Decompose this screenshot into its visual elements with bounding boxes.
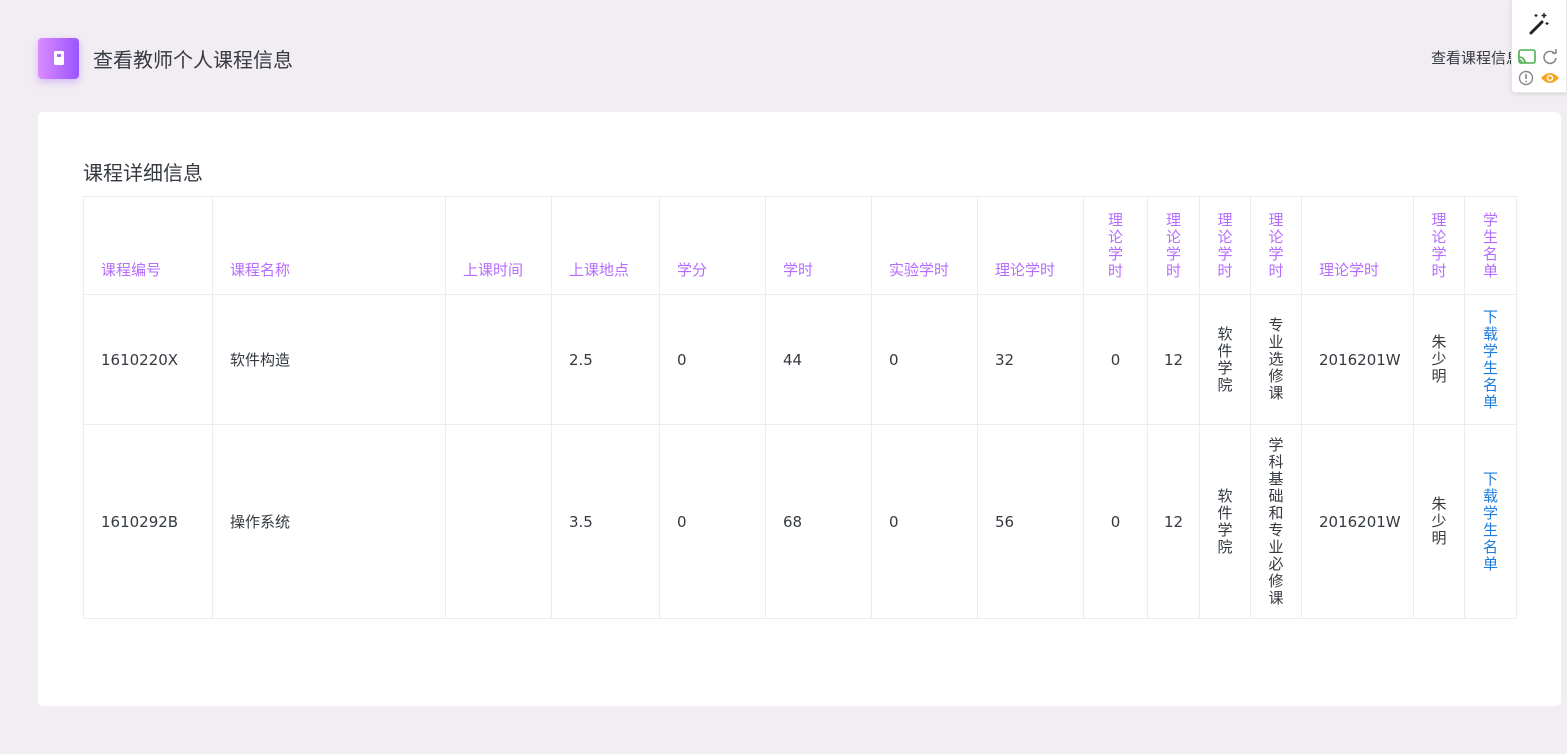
- column-header: 课程名称: [212, 196, 446, 295]
- eye-icon[interactable]: [1540, 69, 1560, 87]
- extension-toolbar: [1511, 0, 1567, 93]
- table-cell: 0: [1083, 424, 1148, 619]
- table-cell: 0: [659, 294, 766, 425]
- course-type-cell: 专业选修课: [1250, 294, 1302, 425]
- course-name-cell: 软件构造: [212, 294, 446, 425]
- column-header: 课程编号: [83, 196, 213, 295]
- table-header-row: 课程编号 课程名称 上课时间 上课地点 学分 学时 实验学时 理论学时 理论学时…: [83, 196, 1517, 295]
- table-cell: 12: [1147, 424, 1200, 619]
- breadcrumb[interactable]: 查看课程信息: [1431, 47, 1521, 68]
- column-header: 理论学时: [1301, 196, 1414, 295]
- column-header: 实验学时: [871, 196, 978, 295]
- column-header: 上课地点: [551, 196, 660, 295]
- table-row: 1610220X 软件构造 2.5 0 44 0 32 0 12 软件学院 专业…: [83, 294, 1517, 425]
- column-header: 理论学时: [1250, 196, 1302, 295]
- class-code-cell: 2016201W: [1301, 294, 1414, 425]
- table-cell: 2.5: [551, 294, 660, 425]
- magic-wand-icon[interactable]: [1526, 10, 1552, 36]
- column-header: 上课时间: [445, 196, 552, 295]
- teacher-cell: 朱少明: [1413, 424, 1465, 619]
- table-cell: 12: [1147, 294, 1200, 425]
- column-header: 理论学时: [1083, 196, 1148, 295]
- course-name-cell: 操作系统: [212, 424, 446, 619]
- column-header: 学生名单: [1464, 196, 1517, 295]
- table-cell: 0: [871, 294, 978, 425]
- page-title: 查看教师个人课程信息: [93, 47, 293, 72]
- college-cell: 软件学院: [1199, 424, 1251, 619]
- info-icon[interactable]: [1517, 69, 1535, 87]
- book-icon: [38, 37, 79, 79]
- table-cell: 68: [765, 424, 872, 619]
- teacher-cell: 朱少明: [1413, 294, 1465, 425]
- reload-icon[interactable]: [1541, 48, 1559, 66]
- table-cell: 44: [765, 294, 872, 425]
- table-row: 1610292B 操作系统 3.5 0 68 0 56 0 12 软件学院 学科…: [83, 424, 1517, 619]
- class-time-cell: [445, 294, 552, 425]
- course-table: 课程编号 课程名称 上课时间 上课地点 学分 学时 实验学时 理论学时 理论学时…: [83, 196, 1517, 619]
- table-cell: 3.5: [551, 424, 660, 619]
- column-header: 理论学时: [1199, 196, 1251, 295]
- card-title: 课程详细信息: [83, 161, 203, 185]
- class-code-cell: 2016201W: [1301, 424, 1414, 619]
- table-cell: 32: [977, 294, 1084, 425]
- column-header: 理论学时: [1147, 196, 1200, 295]
- table-cell: 0: [659, 424, 766, 619]
- table-cell: 56: [977, 424, 1084, 619]
- course-id-cell: 1610220X: [83, 294, 213, 425]
- cast-icon[interactable]: [1517, 48, 1537, 66]
- college-cell: 软件学院: [1199, 294, 1251, 425]
- column-header: 理论学时: [977, 196, 1084, 295]
- class-time-cell: [445, 424, 552, 619]
- column-header: 学时: [765, 196, 872, 295]
- download-list-link[interactable]: 下载学生名单: [1464, 294, 1517, 425]
- column-header: 理论学时: [1413, 196, 1465, 295]
- course-type-cell: 学科基础和专业必修课: [1250, 424, 1302, 619]
- table-cell: 0: [871, 424, 978, 619]
- column-header: 学分: [659, 196, 766, 295]
- download-list-link[interactable]: 下载学生名单: [1464, 424, 1517, 619]
- course-id-cell: 1610292B: [83, 424, 213, 619]
- table-cell: 0: [1083, 294, 1148, 425]
- page-header: 查看教师个人课程信息: [38, 37, 293, 79]
- course-detail-card: 课程详细信息 课程编号 课程名称 上课时间 上课地点 学分 学时 实验学时 理论…: [38, 112, 1561, 706]
